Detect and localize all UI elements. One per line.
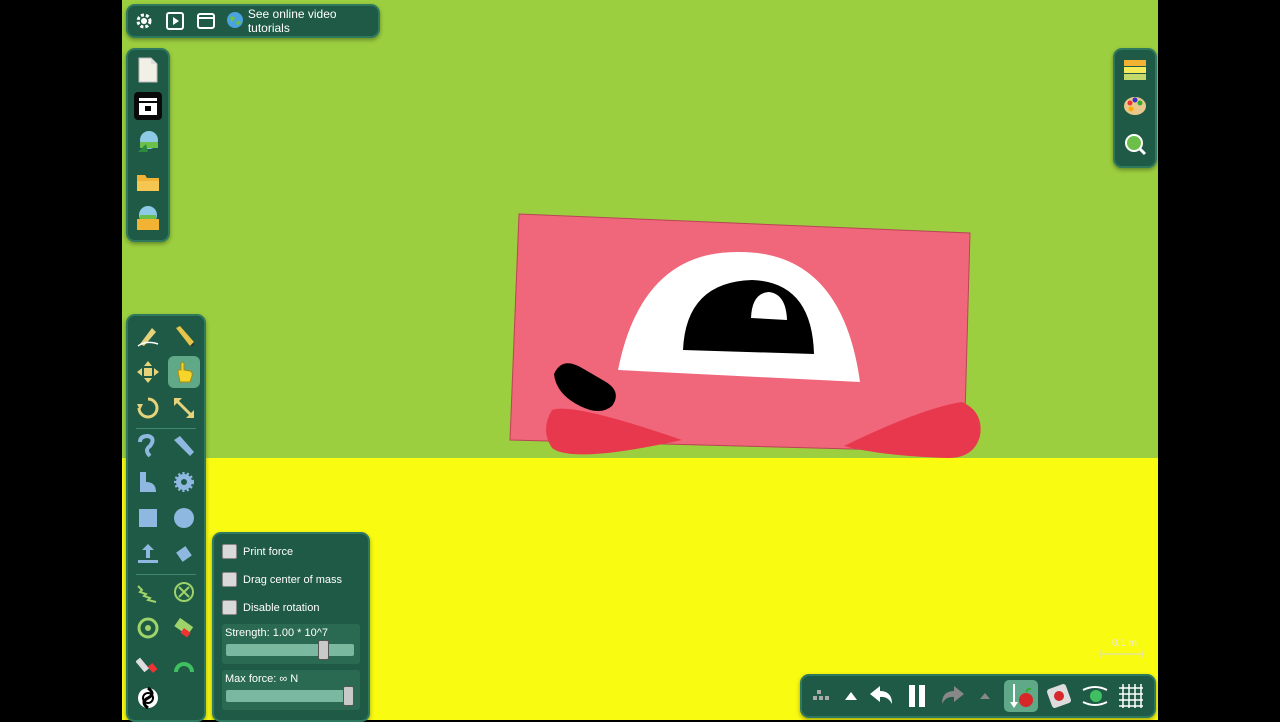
layers-icon[interactable]	[1121, 56, 1149, 84]
pencil-tool-icon[interactable]	[168, 320, 200, 352]
camera-follow-icon[interactable]	[1044, 680, 1074, 712]
gravity-icon[interactable]	[1004, 680, 1038, 712]
print-force-option[interactable]: Print force	[222, 544, 293, 559]
window-icon[interactable]	[195, 10, 216, 32]
laser-tool-icon[interactable]	[132, 648, 164, 680]
hinge-tool-icon[interactable]	[132, 612, 164, 644]
knife-tool-icon[interactable]	[168, 430, 200, 462]
tools-panel	[126, 314, 206, 722]
strength-label: Strength: 1.00 * 10^7	[225, 627, 329, 639]
tutorials-label: See online video tutorials	[247, 7, 337, 35]
max-force-track[interactable]	[226, 690, 354, 702]
redo-icon[interactable]	[938, 680, 968, 712]
sketch-tool-icon[interactable]	[132, 320, 164, 352]
open-folder-icon[interactable]	[134, 168, 162, 196]
scale-indicator: 0.1 m	[1100, 638, 1144, 660]
undo-icon[interactable]	[866, 680, 896, 712]
gear-icon[interactable]	[134, 10, 155, 32]
disable-rotation-option[interactable]: Disable rotation	[222, 600, 319, 615]
box-tool-icon[interactable]	[132, 502, 164, 534]
curve-tool-icon[interactable]	[132, 430, 164, 462]
disable-rotation-checkbox[interactable]	[222, 600, 237, 615]
spring-tool-icon[interactable]	[132, 576, 164, 608]
folder-landscape-icon[interactable]	[134, 204, 162, 232]
arrow-up-icon[interactable]	[836, 680, 866, 712]
drag-center-of-mass-checkbox[interactable]	[222, 572, 237, 587]
tools-separator-2	[136, 574, 196, 575]
grid-menu-icon[interactable]	[804, 680, 834, 712]
zoom-icon[interactable]	[1121, 130, 1149, 158]
view-panel	[1113, 48, 1157, 168]
strength-track[interactable]	[226, 644, 354, 656]
bottom-toolbar	[800, 674, 1156, 718]
rotate-tool-icon[interactable]	[132, 392, 164, 424]
globe-icon	[226, 11, 244, 32]
drag-center-of-mass-label: Drag center of mass	[243, 573, 343, 586]
gear-tool-icon[interactable]	[168, 466, 200, 498]
strength-slider-thumb[interactable]	[318, 640, 330, 660]
archive-icon[interactable]	[134, 92, 162, 120]
tracer-tool-icon[interactable]	[168, 648, 200, 680]
grid-icon[interactable]	[1116, 680, 1146, 712]
pause-icon[interactable]	[902, 680, 932, 712]
drag-center-of-mass-option[interactable]: Drag center of mass	[222, 572, 342, 587]
tools-separator	[136, 428, 196, 429]
thruster-tool-icon[interactable]	[132, 682, 164, 714]
print-force-label: Print force	[243, 545, 294, 558]
disable-rotation-label: Disable rotation	[243, 601, 320, 614]
move-tool-icon[interactable]	[132, 356, 164, 388]
max-force-slider-thumb[interactable]	[343, 686, 354, 706]
palette-icon[interactable]	[1121, 92, 1149, 120]
brush-tool-icon[interactable]	[168, 538, 200, 570]
top-toolbar: See online video tutorials	[126, 4, 380, 38]
fixate-tool-icon[interactable]	[168, 576, 200, 608]
arrow-up-small-icon[interactable]	[970, 680, 1000, 712]
file-panel	[126, 48, 170, 242]
tutorials-link[interactable]: See online video tutorials	[226, 7, 372, 35]
max-force-label: Max force: ∞ N	[225, 673, 299, 685]
drag-options-panel: Print force Drag center of mass Disable …	[212, 532, 370, 722]
eraser-tool-icon[interactable]	[168, 612, 200, 644]
circle-tool-icon[interactable]	[168, 502, 200, 534]
plane-tool-icon[interactable]	[132, 538, 164, 570]
play-icon[interactable]	[165, 10, 186, 32]
print-force-checkbox[interactable]	[222, 544, 237, 559]
new-file-icon[interactable]	[134, 56, 162, 84]
polygon-tool-icon[interactable]	[132, 466, 164, 498]
drag-tool-icon[interactable]	[168, 356, 200, 388]
airflow-icon[interactable]	[1080, 680, 1110, 712]
max-force-slider-box: Max force: ∞ N	[222, 670, 360, 710]
scale-tool-icon[interactable]	[168, 392, 200, 424]
landscape-icon[interactable]	[134, 128, 162, 156]
strength-slider-box: Strength: 1.00 * 10^7	[222, 624, 360, 664]
